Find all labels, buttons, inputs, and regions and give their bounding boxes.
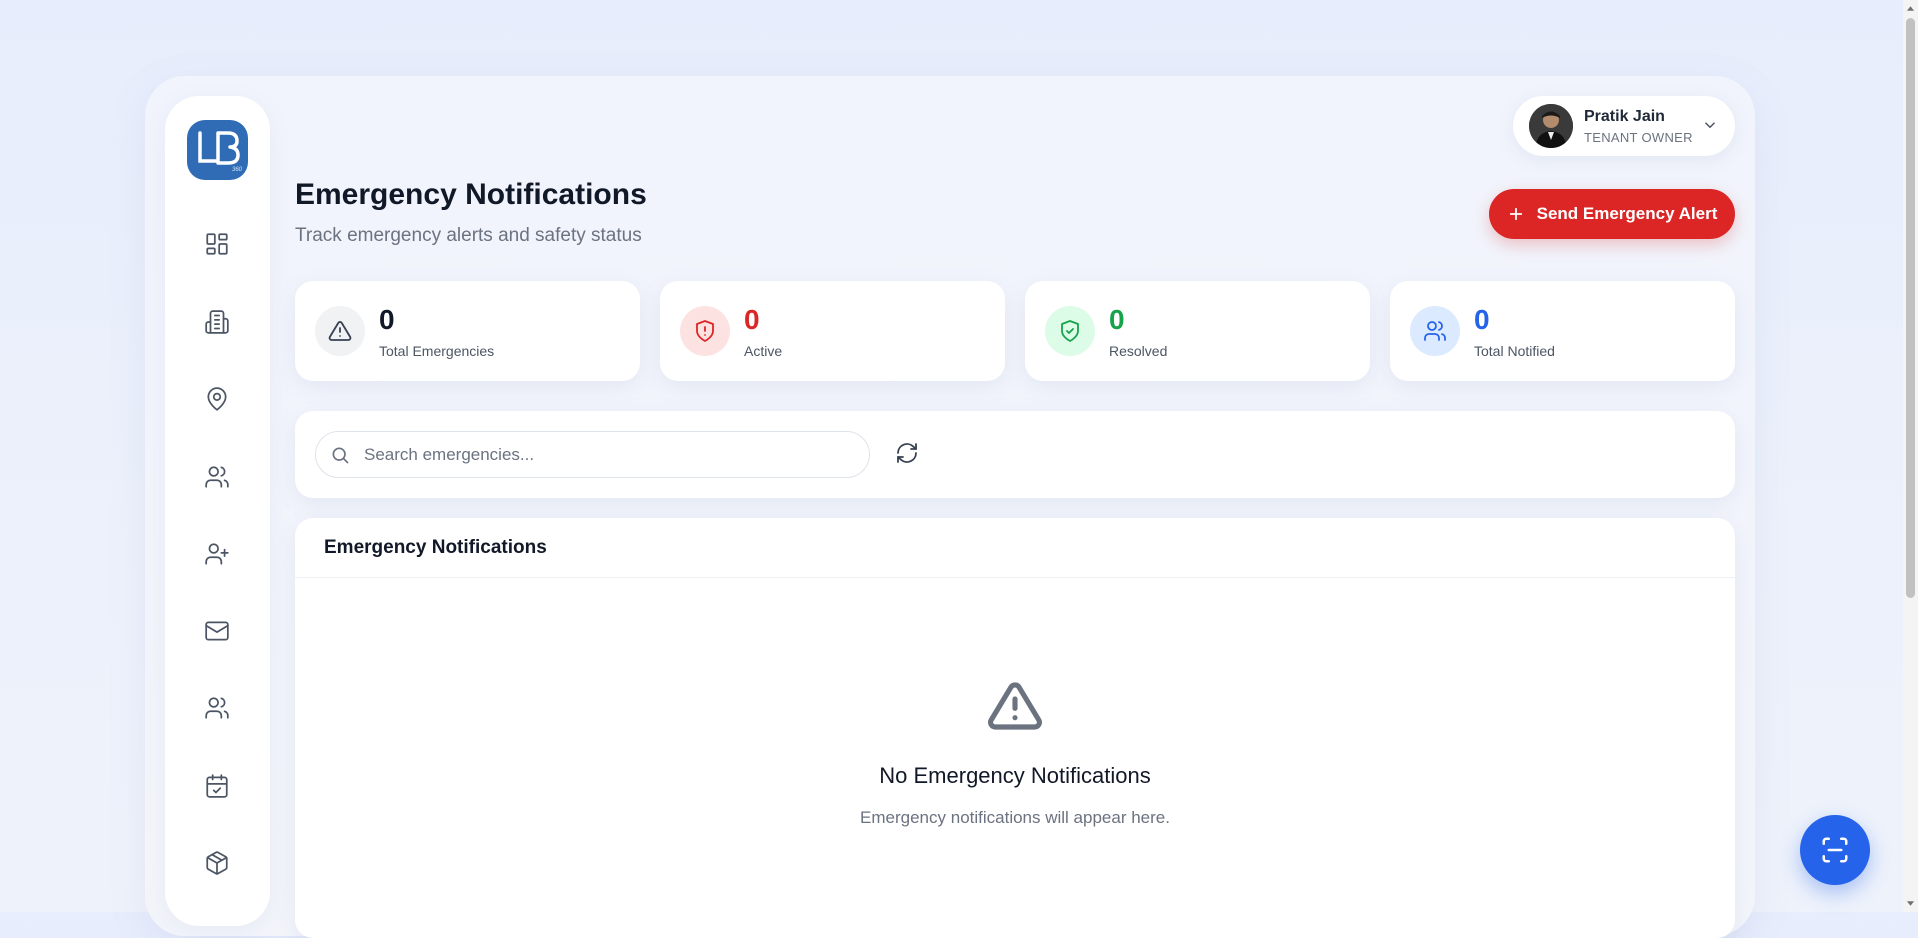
list-title: Emergency Notifications bbox=[295, 518, 1735, 578]
sidebar-item-packages[interactable] bbox=[197, 843, 237, 883]
page-scrollbar[interactable] bbox=[1903, 0, 1918, 912]
stat-value: 0 bbox=[1109, 304, 1125, 335]
page-subtitle: Track emergency alerts and safety status bbox=[295, 225, 642, 246]
stat-label: Active bbox=[744, 343, 783, 359]
scroll-down-icon[interactable] bbox=[1906, 899, 1915, 909]
stat-card-resolved: 0 Resolved bbox=[1025, 281, 1370, 381]
stat-label: Resolved bbox=[1109, 343, 1168, 359]
building-icon bbox=[205, 310, 229, 334]
location-pin-icon bbox=[207, 387, 227, 411]
calendar-check-icon bbox=[206, 774, 228, 798]
refresh-icon bbox=[897, 443, 917, 463]
package-icon bbox=[206, 851, 228, 875]
stat-value: 0 bbox=[1474, 304, 1490, 335]
company-logo[interactable]: 360 bbox=[187, 120, 248, 180]
user-menu[interactable]: Pratik Jain TENANT OWNER bbox=[1513, 96, 1735, 156]
page-title: Emergency Notifications bbox=[295, 178, 647, 211]
search-icon bbox=[330, 445, 350, 465]
filter-bar bbox=[295, 411, 1735, 498]
stat-card-total-emergencies: 0 Total Emergencies bbox=[295, 281, 640, 381]
scan-icon bbox=[1822, 837, 1848, 863]
svg-text:360: 360 bbox=[232, 167, 242, 173]
mail-icon bbox=[205, 621, 229, 641]
user-role: TENANT OWNER bbox=[1584, 130, 1693, 145]
refresh-button[interactable] bbox=[895, 441, 921, 467]
sidebar-item-buildings[interactable] bbox=[197, 302, 237, 342]
empty-state-subtitle: Emergency notifications will appear here… bbox=[860, 808, 1170, 827]
dashboard-icon bbox=[206, 233, 228, 255]
sidebar-item-team[interactable] bbox=[197, 688, 237, 728]
chevron-down-icon bbox=[1701, 116, 1719, 134]
sidebar-item-add-user[interactable] bbox=[197, 534, 237, 574]
sidebar-item-users[interactable] bbox=[197, 457, 237, 497]
shield-alert-icon bbox=[680, 306, 730, 356]
sidebar: 360 bbox=[165, 96, 270, 926]
send-emergency-alert-button[interactable]: Send Emergency Alert bbox=[1489, 189, 1735, 239]
send-emergency-alert-label: Send Emergency Alert bbox=[1536, 204, 1718, 223]
users-icon bbox=[1410, 306, 1460, 356]
empty-state-title: No Emergency Notifications bbox=[879, 763, 1151, 788]
search-input[interactable] bbox=[364, 432, 854, 477]
scroll-thumb[interactable] bbox=[1906, 18, 1915, 598]
scroll-up-icon[interactable] bbox=[1906, 3, 1915, 13]
stat-label: Total Emergencies bbox=[379, 343, 495, 359]
scan-fab-button[interactable] bbox=[1800, 815, 1870, 885]
stat-value: 0 bbox=[379, 304, 395, 335]
shield-check-icon bbox=[1045, 306, 1095, 356]
user-plus-icon bbox=[205, 543, 229, 565]
stat-card-total-notified: 0 Total Notified bbox=[1390, 281, 1735, 381]
stat-value: 0 bbox=[744, 304, 760, 335]
stat-label: Total Notified bbox=[1474, 343, 1555, 359]
warning-triangle-icon bbox=[985, 678, 1045, 734]
sidebar-item-messages[interactable] bbox=[197, 611, 237, 651]
sidebar-item-locations[interactable] bbox=[197, 379, 237, 419]
avatar bbox=[1529, 104, 1573, 148]
plus-icon bbox=[1509, 207, 1522, 221]
users-icon bbox=[205, 466, 229, 488]
emergency-list-panel: Emergency Notifications No Emergency Not… bbox=[295, 518, 1735, 938]
stat-card-active: 0 Active bbox=[660, 281, 1005, 381]
sidebar-item-calendar[interactable] bbox=[197, 766, 237, 806]
user-name: Pratik Jain bbox=[1584, 108, 1665, 125]
team-icon bbox=[205, 697, 229, 719]
search-box[interactable] bbox=[315, 431, 870, 478]
sidebar-item-dashboard[interactable] bbox=[197, 224, 237, 264]
warning-triangle-icon bbox=[315, 306, 365, 356]
